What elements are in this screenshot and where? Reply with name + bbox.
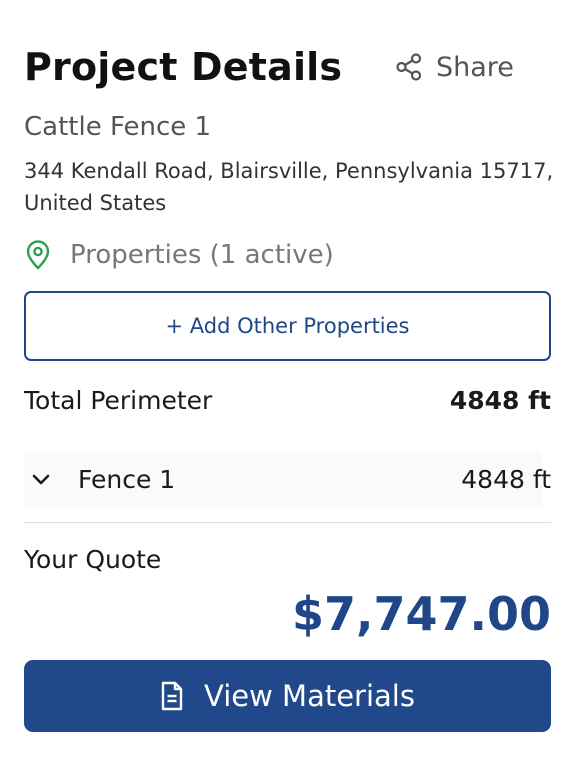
share-label: Share — [436, 51, 514, 83]
project-address: 344 Kendall Road, Blairsville, Pennsylva… — [24, 159, 554, 215]
total-perimeter-value: 4848 ft — [449, 385, 551, 415]
properties-label: Properties (1 active) — [70, 240, 334, 270]
share-icon — [396, 53, 422, 81]
share-button[interactable]: Share — [394, 50, 514, 84]
map-pin-icon — [26, 240, 50, 270]
fence-item[interactable]: Fence 1 4848 ft — [24, 451, 551, 507]
fence-length: 4848 ft — [461, 464, 551, 494]
properties-row[interactable]: Properties (1 active) — [24, 236, 334, 274]
total-perimeter-label: Total Perimeter — [24, 385, 213, 415]
view-materials-button[interactable]: View Materials — [24, 660, 551, 732]
chevron-down-icon[interactable] — [30, 468, 52, 490]
add-other-properties-button[interactable]: + Add Other Properties — [24, 291, 551, 361]
quote-label: Your Quote — [24, 545, 162, 574]
fence-name: Fence 1 — [78, 464, 176, 494]
project-name: Cattle Fence 1 — [24, 112, 212, 142]
total-perimeter-row: Total Perimeter 4848 ft — [24, 380, 551, 420]
page-title: Project Details — [24, 45, 343, 89]
quote-value: $7,747.00 — [292, 587, 551, 641]
divider — [24, 522, 551, 523]
header: Project Details Share — [24, 44, 552, 94]
view-materials-label: View Materials — [204, 679, 415, 713]
document-icon — [161, 681, 183, 711]
project-details-panel: Project Details Share Cattle Fence 1 344… — [0, 0, 576, 768]
